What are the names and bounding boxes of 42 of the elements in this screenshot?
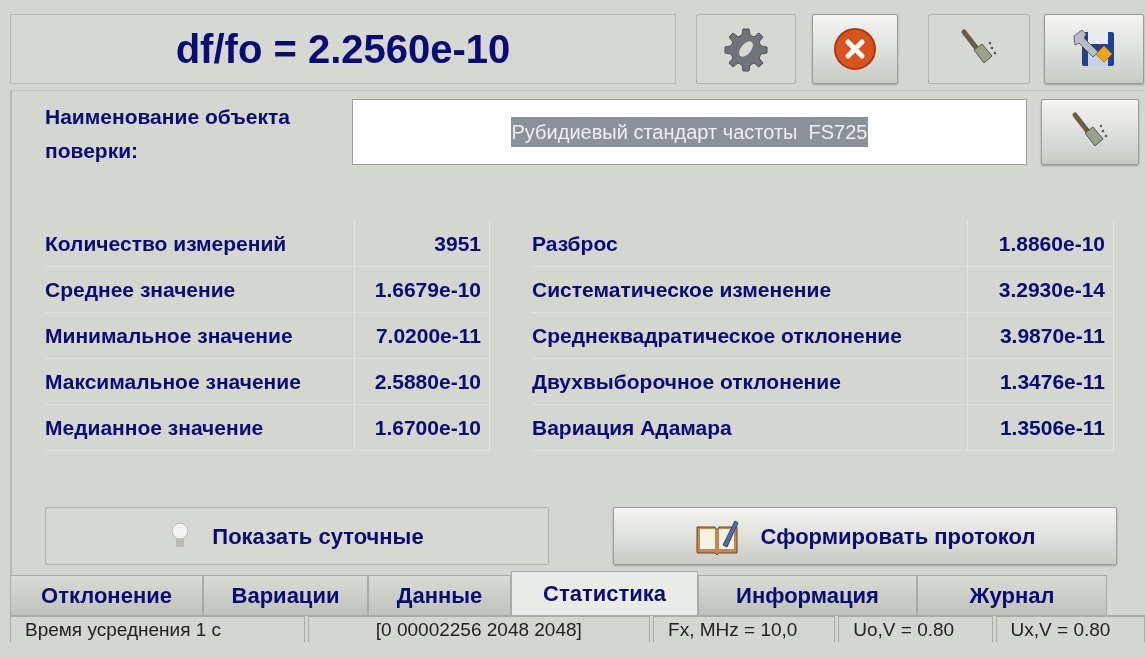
readout-display: df/fo = 2.2560e-10 <box>10 14 676 84</box>
tab[interactable]: Данные <box>368 575 511 615</box>
stat-label: Разброс <box>532 221 968 267</box>
stat-value: 1.6700e-10 <box>355 405 490 451</box>
clear-field-button[interactable] <box>1041 99 1139 165</box>
status-cell: Uo,V = 0.80 <box>838 616 993 642</box>
settings-button[interactable] <box>696 14 796 84</box>
tab[interactable]: Отклонение <box>10 575 203 615</box>
stat-label: Максимальное значение <box>45 359 355 405</box>
gear-icon <box>723 26 769 72</box>
close-button[interactable] <box>812 14 898 84</box>
stat-value: 3951 <box>355 221 490 267</box>
status-cell: [0 00002256 2048 2048] <box>307 616 651 642</box>
stat-value: 1.6679e-10 <box>355 267 490 313</box>
generate-report-button[interactable]: Сформировать протокол <box>613 507 1117 565</box>
stat-label: Среднее значение <box>45 267 355 313</box>
stat-label: Среднеквадратическое отклонение <box>532 313 968 359</box>
tab[interactable]: Информация <box>698 575 917 615</box>
stat-label: Медианное значение <box>45 405 355 451</box>
stat-label: Минимальное значение <box>45 313 355 359</box>
clear-button[interactable] <box>928 14 1030 84</box>
tab[interactable]: Журнал <box>917 575 1107 615</box>
save-settings-button[interactable] <box>1044 14 1144 84</box>
stat-value: 2.5880e-10 <box>355 359 490 405</box>
stat-value: 1.3506e-11 <box>968 405 1114 451</box>
stat-label: Количество измерений <box>45 221 355 267</box>
status-cell: Ux,V = 0.80 <box>995 616 1145 642</box>
close-icon <box>833 27 877 71</box>
stat-label: Вариация Адамара <box>532 405 968 451</box>
tab[interactable]: Статистика <box>511 571 698 615</box>
stat-value: 1.3476e-11 <box>968 359 1114 405</box>
stat-label: Систематическое изменение <box>532 267 968 313</box>
status-cell: Fx, MHz = 10,0 <box>653 616 836 642</box>
stat-value: 1.8860e-10 <box>968 221 1114 267</box>
stat-value: 7.0200e-11 <box>355 313 490 359</box>
stat-label: Двухвыборочное отклонение <box>532 359 968 405</box>
stat-value: 3.2930e-14 <box>968 267 1114 313</box>
field-label: Наименование объекта поверки: <box>45 104 291 164</box>
tab[interactable]: Вариации <box>203 575 368 615</box>
stat-value: 3.9870e-11 <box>968 313 1114 359</box>
status-cell: Время усреднения 1 с <box>10 616 305 642</box>
show-daily-button[interactable]: Показать суточные <box>45 507 549 565</box>
